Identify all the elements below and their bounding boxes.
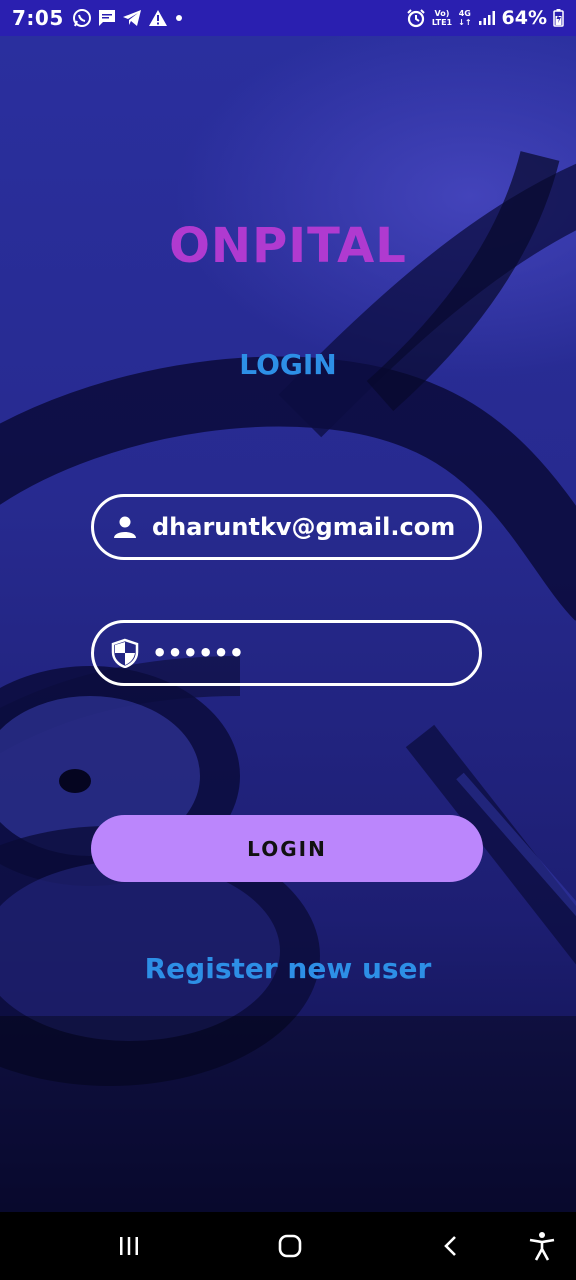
accessibility-icon[interactable] bbox=[517, 1221, 567, 1271]
register-link[interactable]: Register new user bbox=[0, 952, 576, 985]
volte-indicator: Vo) LTE1 bbox=[431, 9, 453, 27]
login-button[interactable]: LOGIN bbox=[91, 815, 483, 882]
navigation-bar bbox=[0, 1212, 576, 1280]
battery-icon bbox=[553, 9, 564, 27]
login-heading: LOGIN bbox=[239, 348, 337, 381]
email-input[interactable] bbox=[152, 513, 472, 541]
app-title: ONPITAL bbox=[169, 218, 407, 274]
person-icon bbox=[110, 512, 140, 542]
telegram-icon bbox=[122, 9, 142, 27]
recents-icon[interactable] bbox=[104, 1221, 154, 1271]
network-type: 4G ↓↑ bbox=[458, 9, 472, 27]
status-time: 7:05 bbox=[12, 6, 64, 30]
back-icon[interactable] bbox=[426, 1221, 476, 1271]
shield-icon bbox=[110, 638, 140, 668]
home-icon[interactable] bbox=[265, 1221, 315, 1271]
password-field[interactable] bbox=[91, 620, 482, 686]
whatsapp-icon bbox=[72, 8, 92, 28]
password-input[interactable] bbox=[152, 639, 472, 667]
status-bar: 7:05 Vo) LTE1 4G ↓↑ 64% bbox=[0, 0, 576, 36]
dot-icon bbox=[174, 13, 184, 23]
signal-icon bbox=[478, 10, 496, 26]
email-field[interactable] bbox=[91, 494, 482, 560]
warning-icon bbox=[148, 9, 168, 27]
alarm-icon bbox=[406, 8, 426, 28]
message-icon bbox=[98, 9, 116, 27]
battery-percent: 64% bbox=[501, 7, 547, 29]
